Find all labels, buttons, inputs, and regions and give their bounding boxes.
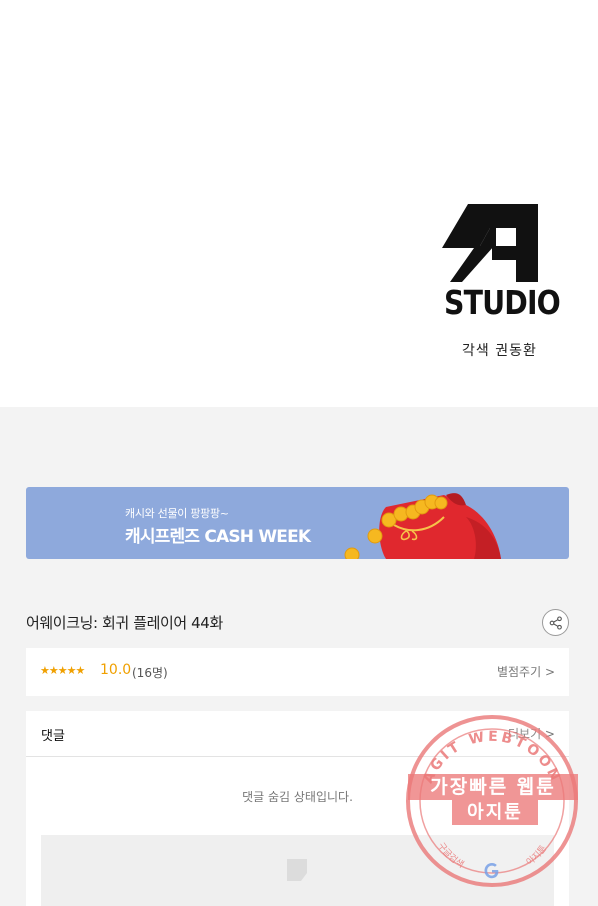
share-button[interactable] — [542, 609, 569, 636]
watermark-line1: 가장빠른 웹툰 — [408, 774, 578, 800]
money-bag-icon — [344, 493, 501, 559]
rate-button[interactable]: 별점주기 > — [497, 663, 555, 680]
rating-panel: ★★★★★ 10.0 (16명) 별점주기 > — [26, 648, 569, 696]
webtoon-viewer-page: STUDIO 각색 권동환 캐시와 선물이 팡팡팡~ 캐시프렌즈 CASH WE… — [0, 0, 598, 906]
share-icon — [549, 615, 562, 630]
studio-a-mark-icon — [442, 204, 538, 282]
comic-panel: STUDIO 각색 권동환 — [0, 0, 598, 407]
studio-logo: STUDIO 각색 권동환 — [440, 202, 568, 359]
rating-score: 10.0 — [100, 662, 132, 678]
banner-subtitle: 캐시와 선물이 팡팡팡~ — [125, 507, 229, 520]
watermark-line2: 아지툰 — [452, 800, 538, 825]
placeholder-image-icon — [287, 859, 307, 881]
banner-title: 캐시프렌즈 CASH WEEK — [125, 527, 311, 547]
cash-week-banner[interactable]: 캐시와 선물이 팡팡팡~ 캐시프렌즈 CASH WEEK — [26, 487, 569, 559]
rating-count: (16명) — [132, 666, 168, 680]
star-rating-icon: ★★★★★ — [40, 664, 85, 677]
comments-heading: 댓글 — [41, 729, 65, 744]
studio-name: STUDIO — [444, 283, 561, 322]
episode-title: 어웨이크닝: 회귀 플레이어 44화 — [26, 614, 223, 632]
adaptation-credit: 각색 권동환 — [462, 343, 537, 359]
